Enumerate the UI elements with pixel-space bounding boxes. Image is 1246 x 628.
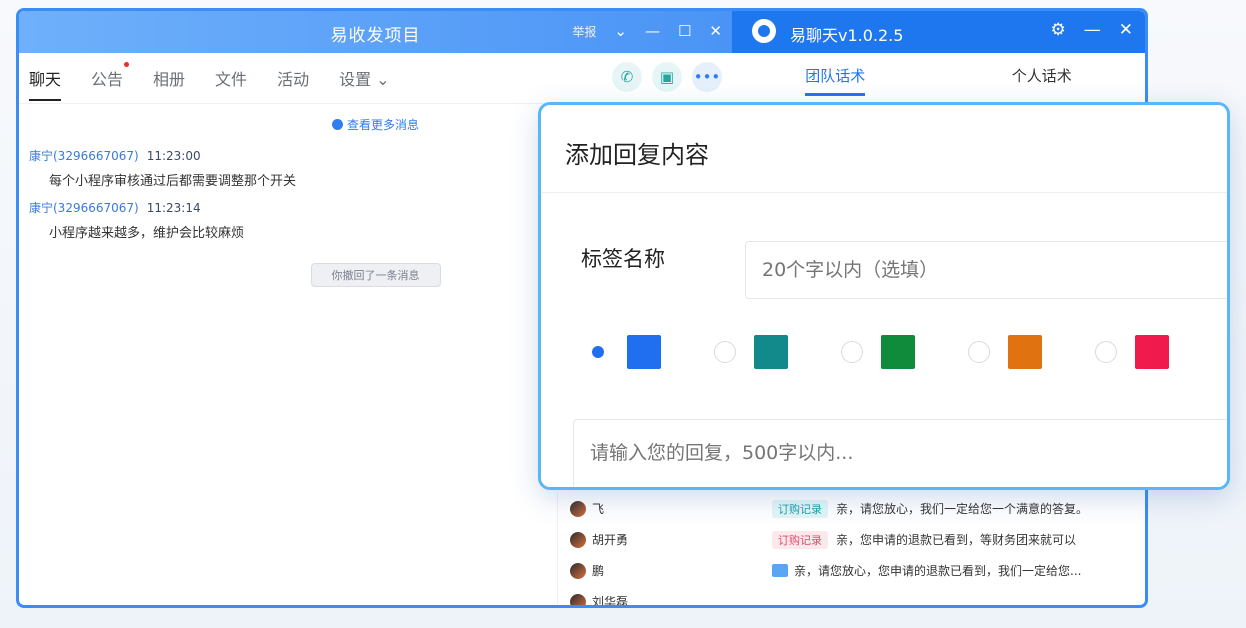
member-name: 飞 (592, 502, 605, 516)
tab-activity[interactable]: 活动 (277, 60, 309, 96)
color-option[interactable] (841, 335, 968, 369)
reply-list: 订购记录 亲，请您放心，我们一定给您一个满意的答复。 订购记录 亲，您申请的退款已看… (732, 493, 1145, 586)
member-name: 鹏 (592, 564, 605, 578)
tab-settings[interactable]: 设置 ⌄ (339, 60, 390, 96)
chat-tabs: 聊天 公告 相册 文件 活动 设置 ⌄ ✆ ▣ ••• (19, 53, 732, 104)
member-name: 胡开勇 (592, 533, 629, 547)
load-more-label: 查看更多消息 (346, 118, 419, 132)
unread-dot-icon (124, 62, 130, 67)
tab-chat[interactable]: 聊天 (29, 60, 62, 101)
add-reply-dialog: 添加回复内容 标签名称 (538, 102, 1230, 490)
recall-notice: 你撤回了一条消息 (310, 263, 441, 287)
tab-personal-replies[interactable]: 个人话术 (939, 65, 1146, 86)
color-option[interactable] (587, 335, 714, 369)
color-option[interactable] (1095, 335, 1222, 369)
color-swatch[interactable] (881, 335, 915, 369)
close-icon[interactable]: ✕ (1119, 20, 1133, 40)
minimize-icon[interactable]: — (645, 22, 660, 40)
chat-title-bar: 易收发项目 举报 ⌄ — ☐ ✕ (19, 11, 732, 53)
message-icon (772, 564, 788, 577)
tab-files[interactable]: 文件 (215, 60, 247, 96)
tab-announcement[interactable]: 公告 (91, 60, 130, 96)
list-item[interactable]: 订购记录 亲，您申请的退款已看到，等财务团来就可以 (732, 524, 1145, 555)
screen-share-icon[interactable]: ▣ (652, 62, 682, 92)
color-option[interactable] (968, 335, 1095, 369)
member-name: 刘华磊 (592, 595, 629, 608)
tab-announcement-label: 公告 (91, 70, 124, 89)
avatar (570, 593, 586, 605)
report-link[interactable]: 举报 (572, 23, 596, 40)
dialog-title: 添加回复内容 (541, 105, 1227, 193)
chevron-down-icon[interactable]: ⌄ (614, 22, 627, 40)
message-time: 11:23:14 (146, 201, 201, 215)
tag-badge: 订购记录 (772, 530, 828, 549)
list-item[interactable]: 飞 (558, 493, 732, 524)
color-swatch[interactable] (627, 335, 661, 369)
panel-title-bar: 易聊天v1.0.2.5 ⚙ — ✕ (732, 11, 1145, 53)
panel-tabs: 团队话术 个人话术 (732, 53, 1145, 97)
member-list: 飞 胡开勇 鹏 刘华磊 (557, 493, 732, 608)
tag-name-input[interactable] (745, 241, 1227, 299)
reply-text: 亲，您申请的退款已看到，等财务团来就可以 (836, 533, 1077, 547)
message-sender[interactable]: 康宁(3296667067) (29, 201, 139, 215)
avatar (570, 562, 586, 579)
list-item[interactable]: 刘华磊 (558, 586, 732, 608)
avatar (570, 500, 586, 517)
panel-title: 易聊天v1.0.2.5 (790, 26, 904, 45)
panel-controls: ⚙ — ✕ (1051, 20, 1134, 40)
message-sender[interactable]: 康宁(3296667067) (29, 149, 139, 163)
color-swatch[interactable] (1008, 335, 1042, 369)
gear-icon[interactable]: ⚙ (1051, 20, 1066, 40)
color-swatch[interactable] (1135, 335, 1169, 369)
color-radio[interactable] (714, 341, 736, 363)
color-option[interactable] (714, 335, 841, 369)
app-logo-icon (752, 19, 776, 43)
message-time: 11:23:00 (146, 149, 201, 163)
tag-badge: 订购记录 (772, 499, 828, 518)
list-item[interactable]: 订购记录 亲，请您放心，我们一定给您一个满意的答复。 (732, 493, 1145, 524)
history-icon (331, 119, 343, 130)
list-item[interactable]: 鹏 (558, 555, 732, 586)
tab-team-replies[interactable]: 团队话术 (732, 65, 939, 96)
more-icon[interactable]: ••• (692, 62, 722, 92)
color-radio[interactable] (1095, 341, 1117, 363)
minimize-icon[interactable]: — (1084, 20, 1101, 40)
avatar (570, 531, 586, 548)
reply-text: 亲，请您放心，我们一定给您一个满意的答复。 (836, 502, 1089, 516)
color-radio[interactable] (841, 341, 863, 363)
phone-icon[interactable]: ✆ (612, 62, 642, 92)
reply-text: 亲，请您放心，您申请的退款已看到，我们一定给您... (794, 564, 1082, 578)
tag-name-label: 标签名称 (581, 247, 665, 271)
color-picker (587, 335, 1222, 369)
chat-window-controls: 举报 ⌄ — ☐ ✕ (572, 22, 722, 40)
tab-album[interactable]: 相册 (153, 60, 185, 96)
reply-content-input[interactable] (573, 419, 1227, 487)
close-icon[interactable]: ✕ (709, 22, 722, 40)
desktop-background: 易收发项目 举报 ⌄ — ☐ ✕ 聊天 公告 相册 文件 活动 设置 ⌄ ✆ ▣… (0, 0, 1246, 628)
list-item[interactable]: 胡开勇 (558, 524, 732, 555)
maximize-icon[interactable]: ☐ (678, 22, 691, 40)
color-swatch[interactable] (754, 335, 788, 369)
color-radio[interactable] (968, 341, 990, 363)
color-radio[interactable] (587, 341, 609, 363)
chat-toolbar: ✆ ▣ ••• (612, 62, 722, 92)
list-item[interactable]: 亲，请您放心，您申请的退款已看到，我们一定给您... (732, 555, 1145, 586)
